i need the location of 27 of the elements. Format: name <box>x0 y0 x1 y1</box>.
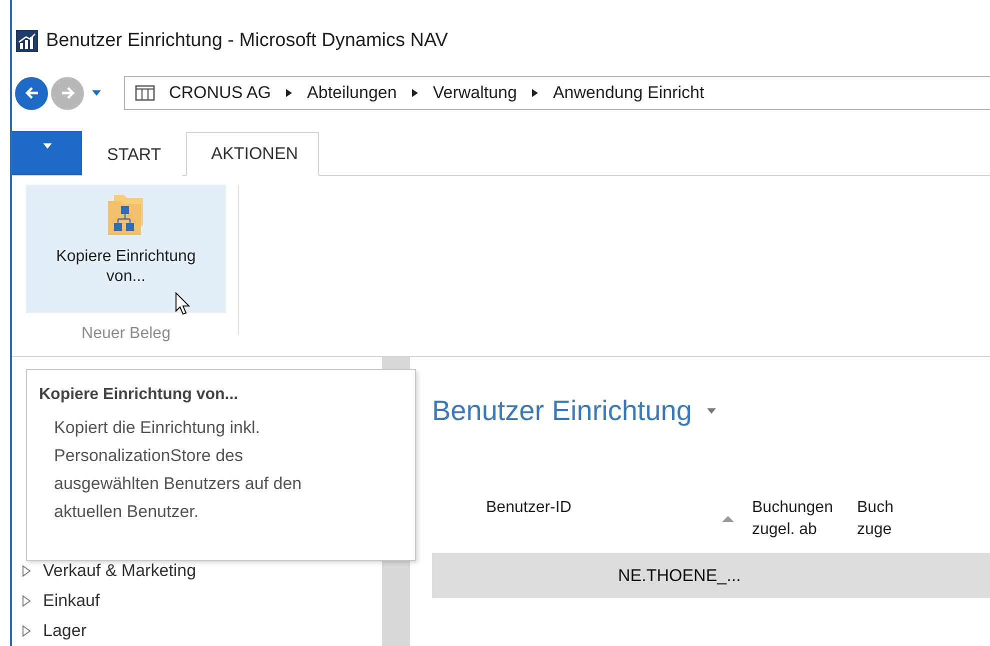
page-title: Benutzer Einrichtung <box>432 395 692 428</box>
column-header[interactable]: Buch zuge <box>857 497 917 554</box>
column-header[interactable]: Buchungen zugel. ab <box>752 497 857 554</box>
back-button[interactable] <box>15 76 48 110</box>
group-label: Neuer Beleg <box>82 325 170 344</box>
navigation-item[interactable]: Einkauf <box>22 586 382 616</box>
navigation-item[interactable]: Lager <box>22 616 382 646</box>
address-bar[interactable]: CRONUS AG Abteilungen Verwaltung Anwendung Einricht <box>124 76 990 110</box>
app-logo-icon <box>16 30 38 52</box>
grid-icon <box>135 85 155 102</box>
tooltip-title: Kopiere Einrichtung von... <box>39 386 240 404</box>
copy-setup-button[interactable]: Kopiere Einrichtung von... <box>26 185 226 314</box>
table-row[interactable]: NE.THOENE_... <box>432 553 990 598</box>
breadcrumb-link[interactable]: Anwendung Einricht <box>552 83 704 104</box>
tooltip-text: Kopiert die Einrichtung inkl. PersonalizationStore des ausgewählten Benutzers auf den aktuellen Benutzer. <box>54 417 303 523</box>
breadcrumb-link[interactable]: CRONUS AG <box>169 83 272 104</box>
separator-icon <box>530 88 539 98</box>
navigation-item[interactable]: Verkauf & Marketing <box>22 556 382 586</box>
breadcrumb-link[interactable]: Abteilungen <box>307 83 397 104</box>
separator-icon <box>285 88 294 98</box>
mouse-pointer-icon <box>175 292 191 316</box>
window-title: Benutzer Einrichtung - Microsoft Dynamics NAV <box>46 30 448 52</box>
separator-icon <box>410 88 419 98</box>
breadcrumb-link[interactable]: Verwaltung <box>432 83 517 104</box>
ribbon-tab[interactable]: AKTIONEN <box>186 132 320 176</box>
column-header[interactable]: Benutzer-ID <box>432 497 752 554</box>
sort-ascending-icon <box>722 515 734 524</box>
